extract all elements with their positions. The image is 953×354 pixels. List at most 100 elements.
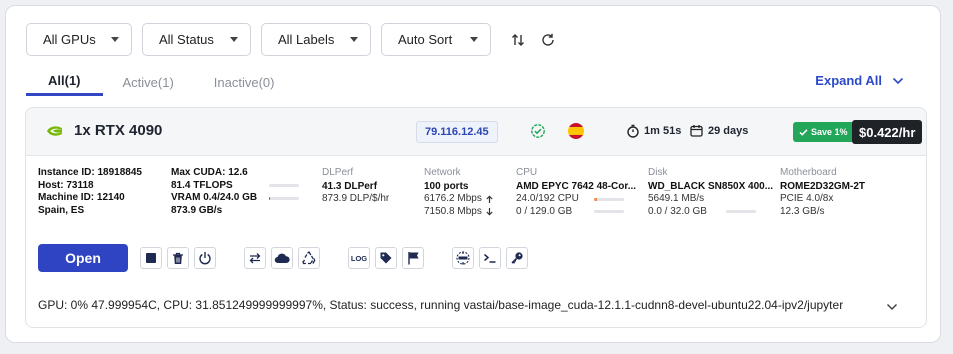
terminal-button[interactable] xyxy=(479,247,501,269)
dlperf-value: 41.3 DLPerf xyxy=(322,180,378,192)
cpu-cores: 24.0/192 CPU xyxy=(516,193,579,204)
open-button[interactable]: Open xyxy=(38,244,128,272)
network-ports: 100 ports xyxy=(424,180,469,192)
recycle-icon xyxy=(302,251,316,265)
dlperf-per-dollar: 873.9 DLP/$/hr xyxy=(322,193,390,204)
expand-all-label: Expand All xyxy=(815,73,882,88)
ram-usage-bar xyxy=(594,210,624,214)
tab-inactive[interactable]: Inactive(0) xyxy=(194,68,295,96)
download-speed-value: 7150.8 Mbps xyxy=(424,205,482,217)
ssh-key-button[interactable] xyxy=(506,247,528,269)
expand-all-button[interactable]: Expand All xyxy=(815,73,904,88)
expand-card-button[interactable] xyxy=(886,298,898,316)
duration-value: 29 days xyxy=(708,124,749,137)
disk-usage-bar xyxy=(726,210,756,214)
transfer-button[interactable] xyxy=(244,247,266,269)
cpu-info: CPU AMD EPYC 7642 48-Cor... 24.0/192 CPU… xyxy=(516,167,636,218)
host-id: Host: 73118 xyxy=(38,179,94,191)
flag-icon xyxy=(407,252,419,265)
log-icon: LOG xyxy=(350,253,368,263)
power-icon xyxy=(199,252,211,265)
power-button[interactable] xyxy=(194,247,216,269)
chevron-down-icon xyxy=(230,37,238,42)
gpu-bandwidth: 873.9 GB/s xyxy=(171,204,223,216)
instance-actions: Open LOG xyxy=(38,244,533,272)
pcie-bandwidth: 12.3 GB/s xyxy=(780,205,825,217)
trash-icon xyxy=(173,252,183,264)
terminal-icon xyxy=(484,253,496,263)
max-cuda: Max CUDA: 12.6 xyxy=(171,167,248,178)
gpu-filter-select[interactable]: All GPUs xyxy=(26,23,132,56)
cpu-ram: 0 / 129.0 GB xyxy=(516,205,573,217)
vram-usage-bar xyxy=(269,196,299,200)
instances-panel: All GPUs All Status All Labels Auto Sort… xyxy=(5,5,941,343)
instance-id: Instance ID: 18918845 xyxy=(38,167,142,178)
arrow-up-icon xyxy=(486,195,493,203)
stopwatch-icon xyxy=(627,124,639,138)
motherboard-model: ROME2D32GM-2T xyxy=(780,180,866,192)
nvidia-logo-icon xyxy=(47,125,62,136)
chevron-down-icon xyxy=(350,37,358,42)
filter-bar: All GPUs All Status All Labels Auto Sort xyxy=(26,23,561,56)
instance-card: 1x RTX 4090 79.116.12.45 1m 51s 29 days … xyxy=(25,107,927,328)
tflops: 81.4 TFLOPS xyxy=(171,179,233,191)
tag-icon xyxy=(380,252,392,264)
tflops-bar xyxy=(269,184,299,188)
cpu-usage-bar xyxy=(594,197,624,201)
vram: VRAM 0.4/24.0 GB xyxy=(171,192,258,203)
cpu-label: CPU xyxy=(516,167,538,178)
cuda-info: Max CUDA: 12.6 81.4 TFLOPS VRAM 0.4/24.0… xyxy=(171,167,299,217)
uptime-value: 1m 51s xyxy=(644,125,682,137)
sort-value: Auto Sort xyxy=(398,32,453,47)
instance-status-line: GPU: 0% 47.999954C, CPU: 31.851249999999… xyxy=(38,298,844,312)
cpu-model: AMD EPYC 7642 48-Cor... xyxy=(516,180,637,192)
status-filter-select[interactable]: All Status xyxy=(142,23,251,56)
rdp-connect-icon xyxy=(456,251,470,265)
ip-address-badge[interactable]: 79.116.12.45 xyxy=(416,121,498,143)
disk-label: Disk xyxy=(648,167,668,178)
report-button[interactable] xyxy=(402,247,424,269)
cloud-icon xyxy=(274,253,290,264)
tag-button[interactable] xyxy=(375,247,397,269)
labels-filter-value: All Labels xyxy=(278,32,335,47)
pcie-info: PCIE 4.0/8x xyxy=(780,193,834,204)
chevron-down-icon xyxy=(111,37,119,42)
stop-button[interactable] xyxy=(140,247,162,269)
instance-info: Instance ID: 18918845 Host: 73118 Machin… xyxy=(38,167,142,217)
delete-button[interactable] xyxy=(167,247,189,269)
connect-button[interactable] xyxy=(452,247,474,269)
download-speed: 7150.8 Mbps xyxy=(424,206,494,219)
sort-select[interactable]: Auto Sort xyxy=(381,23,491,56)
verified-check-icon xyxy=(530,123,546,144)
stop-icon xyxy=(146,253,156,263)
cloud-sync-button[interactable] xyxy=(271,247,293,269)
save-badge: Save 1% xyxy=(793,122,854,142)
sort-direction-icon[interactable] xyxy=(505,27,531,53)
swap-arrows-icon xyxy=(249,253,261,264)
network-label: Network xyxy=(424,167,461,178)
labels-filter-select[interactable]: All Labels xyxy=(261,23,371,56)
rental-duration: 29 days xyxy=(690,124,748,137)
arrow-down-icon xyxy=(486,208,493,216)
gpu-name: 1x RTX 4090 xyxy=(74,122,163,139)
spain-flag-icon xyxy=(568,123,584,139)
upload-speed-value: 6176.2 Mbps xyxy=(424,193,482,204)
price-badge: $0.422/hr xyxy=(852,120,923,144)
instance-card-header: 1x RTX 4090 79.116.12.45 1m 51s 29 days … xyxy=(26,108,926,156)
refresh-icon[interactable] xyxy=(535,27,561,53)
location: Spain, ES xyxy=(38,204,85,216)
uptime: 1m 51s xyxy=(626,124,681,138)
motherboard-label: Motherboard xyxy=(780,167,837,178)
dlperf-info: DLPerf 41.3 DLPerf 873.9 DLP/$/hr xyxy=(322,167,389,206)
machine-id: Machine ID: 12140 xyxy=(38,192,125,203)
recycle-button[interactable] xyxy=(298,247,320,269)
status-filter-value: All Status xyxy=(159,32,214,47)
tab-all[interactable]: All(1) xyxy=(26,68,103,96)
gpu-title: 1x RTX 4090 xyxy=(46,122,162,139)
calendar-icon xyxy=(690,125,703,137)
chevron-down-icon xyxy=(470,37,478,42)
dlperf-label: DLPerf xyxy=(322,167,354,178)
check-icon xyxy=(799,128,808,136)
tab-active[interactable]: Active(1) xyxy=(103,68,194,96)
logs-button[interactable]: LOG xyxy=(348,247,370,269)
